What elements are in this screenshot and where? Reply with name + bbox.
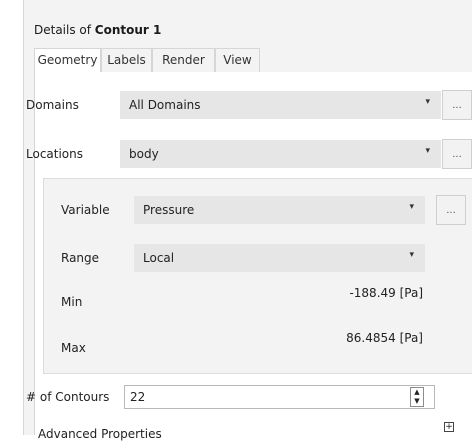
min-value: -188.49 [Pa]: [349, 286, 423, 300]
variable-dropdown[interactable]: Pressure ▾: [134, 196, 425, 224]
tab-render[interactable]: Render: [152, 48, 215, 72]
max-label: Max: [61, 341, 86, 355]
tab-labels[interactable]: Labels: [101, 48, 152, 72]
range-dropdown[interactable]: Local ▾: [134, 244, 425, 272]
spin-buttons[interactable]: ▲ ▼: [410, 387, 424, 407]
chevron-down-icon: ▾: [425, 97, 430, 107]
geometry-tab-content: Domains All Domains ▾ ... Locations body…: [26, 72, 472, 441]
tab-geometry[interactable]: Geometry: [34, 48, 101, 73]
locations-label: Locations: [26, 147, 84, 161]
chevron-down-icon: ▾: [409, 202, 414, 212]
panel-title: Details of Contour 1: [34, 23, 162, 37]
contours-stepper[interactable]: 22 ▲ ▼: [124, 385, 435, 409]
locations-browse-button[interactable]: ...: [442, 139, 472, 169]
spin-down-icon[interactable]: ▼: [411, 397, 423, 406]
expand-icon[interactable]: +: [444, 422, 454, 432]
domains-label: Domains: [26, 98, 79, 112]
range-value: Local: [143, 251, 175, 265]
domains-value: All Domains: [129, 98, 201, 112]
min-label: Min: [61, 295, 83, 309]
advanced-properties-label: Advanced Properties: [38, 427, 162, 441]
contours-value: 22: [130, 390, 146, 404]
range-label: Range: [61, 251, 100, 265]
domains-dropdown[interactable]: All Domains ▾: [120, 91, 441, 119]
spin-up-icon[interactable]: ▲: [411, 388, 423, 397]
contours-label: # of Contours: [26, 390, 110, 404]
tab-view[interactable]: View: [215, 48, 260, 72]
variable-label: Variable: [61, 203, 110, 217]
locations-value: body: [129, 147, 159, 161]
details-panel: Details of Contour 1 Geometry Labels Ren…: [23, 0, 472, 441]
domains-browse-button[interactable]: ...: [442, 90, 472, 120]
chevron-down-icon: ▾: [409, 250, 414, 260]
chevron-down-icon: ▾: [425, 146, 430, 156]
variable-value: Pressure: [143, 203, 195, 217]
max-value: 86.4854 [Pa]: [346, 331, 423, 345]
locations-dropdown[interactable]: body ▾: [120, 140, 441, 168]
variable-group: Variable Pressure ▾ ... Range Local ▾ Mi…: [43, 178, 472, 374]
variable-browse-button[interactable]: ...: [436, 195, 466, 225]
